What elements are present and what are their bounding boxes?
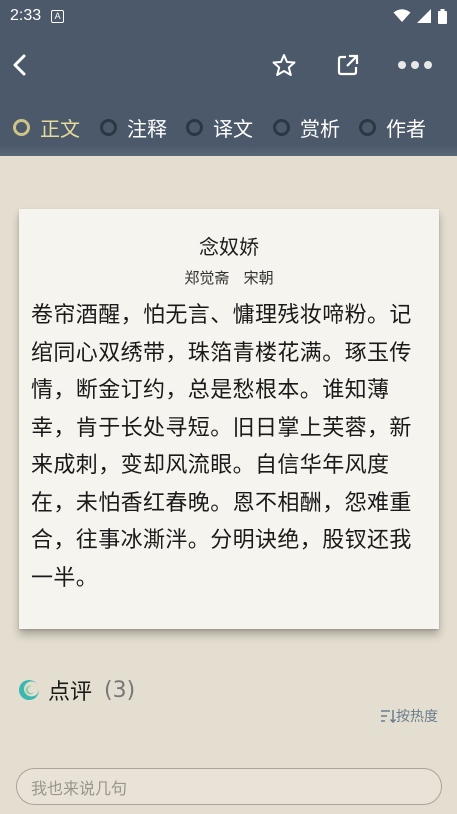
back-button[interactable] <box>5 50 35 80</box>
tab-radio-icon <box>13 118 30 136</box>
tab-translation[interactable]: 译文 <box>186 110 253 144</box>
tab-label: 正文 <box>40 116 80 141</box>
status-time: 2:33 <box>10 7 42 24</box>
battery-icon <box>438 8 447 24</box>
tab-label: 译文 <box>213 116 253 141</box>
more-dots-icon <box>398 61 432 69</box>
comment-input-placeholder: 我也来说几句 <box>31 778 128 798</box>
comments-count: (3) <box>104 677 136 703</box>
wifi-icon <box>393 9 411 22</box>
tab-radio-icon <box>100 118 117 136</box>
poem-author: 郑觉斋 宋朝 <box>184 269 274 287</box>
app-header: 正文 注释 译文 赏析 作者 <box>0 32 457 156</box>
sort-label: 按热度 <box>396 709 438 725</box>
signal-icon <box>417 9 431 23</box>
status-bar: 2:33 A <box>0 0 457 32</box>
poem-card: 念奴娇 郑觉斋 宋朝 卷帘酒醒，怕无言、慵理残妆啼粉。记绾同心双绣带，珠箔青楼花… <box>19 209 439 629</box>
comments-header: 点评 (3) <box>18 674 135 706</box>
tab-radio-icon <box>359 118 376 136</box>
tab-label: 赏析 <box>300 116 340 141</box>
tab-radio-icon <box>273 118 290 136</box>
tab-radio-icon <box>186 118 203 136</box>
status-indicators <box>393 8 447 24</box>
favorite-button[interactable] <box>269 50 299 80</box>
poem-body: 卷帘酒醒，怕无言、慵理残妆啼粉。记绾同心双绣带，珠箔青楼花满。琢玉传情，断金订约… <box>31 303 412 591</box>
section-tabs: 正文 注释 译文 赏析 作者 <box>0 110 457 144</box>
star-outline-icon <box>272 54 296 76</box>
tab-author[interactable]: 作者 <box>359 110 426 144</box>
share-external-icon <box>337 54 359 76</box>
share-button[interactable] <box>333 50 363 80</box>
comment-input[interactable]: 我也来说几句 <box>16 768 442 805</box>
tab-text[interactable]: 正文 <box>13 110 80 144</box>
sort-by-popularity-button[interactable]: 按热度 <box>380 706 438 726</box>
sort-icon <box>381 710 396 723</box>
comments-title: 点评 <box>48 680 93 705</box>
more-button[interactable] <box>395 50 435 80</box>
chevron-left-icon <box>13 54 26 76</box>
tab-notes[interactable]: 注释 <box>100 110 167 144</box>
poem-title: 念奴娇 <box>199 235 259 259</box>
tab-appreciation[interactable]: 赏析 <box>273 110 340 144</box>
crescent-logo-icon <box>19 680 39 700</box>
notification-a-icon: A <box>51 9 65 23</box>
tab-label: 注释 <box>127 116 167 141</box>
tab-label: 作者 <box>386 116 426 141</box>
